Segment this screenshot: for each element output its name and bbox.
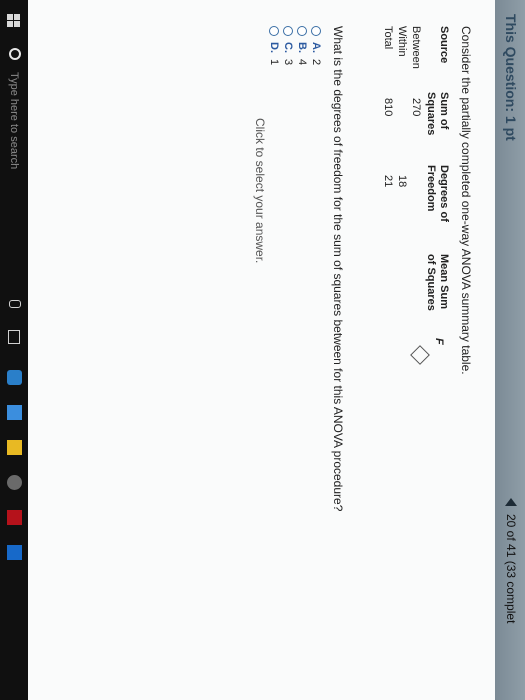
row-between-source: Between (410, 26, 422, 69)
header-degrees-of-freedom: Degrees of Freedom (424, 165, 450, 222)
option-letter: A. (310, 42, 322, 53)
header-ms-line1: Mean Sum (438, 254, 450, 310)
radio-button-icon[interactable] (269, 26, 279, 36)
screen: This Question: 1 pt 20 of 41 (33 complet… (0, 0, 525, 700)
row-total-ss: 810 (382, 98, 394, 117)
netflix-icon[interactable] (7, 510, 22, 525)
question-title: This Question: 1 pt (503, 14, 519, 141)
option-letter: B. (296, 42, 308, 53)
row-between-ss: 270 (410, 98, 422, 117)
question-header: This Question: 1 pt 20 of 41 (33 complet (495, 0, 525, 700)
header-sum-of-squares: Sum of Squares (424, 92, 450, 135)
taskbar: Type here to search (0, 0, 28, 700)
cortana-icon[interactable] (9, 48, 21, 60)
header-df-line1: Degrees of (438, 165, 450, 222)
option-value: 4 (296, 59, 308, 66)
row-within-df: 18 (396, 175, 408, 188)
option-value: 2 (310, 59, 322, 66)
store-icon[interactable] (7, 405, 22, 420)
header-source: Source (438, 26, 450, 64)
header-ss-line2: Squares (425, 92, 437, 136)
option-value: 3 (282, 59, 294, 66)
row-total-source: Total (382, 26, 394, 50)
option-a[interactable]: A. 2 (309, 26, 323, 65)
taskbar-search-input[interactable]: Type here to search (8, 72, 20, 169)
file-explorer-icon[interactable] (7, 440, 22, 455)
option-value: 1 (268, 59, 280, 66)
option-letter: C. (282, 42, 294, 53)
option-d[interactable]: D. 1 (267, 26, 281, 65)
option-c[interactable]: C. 3 (281, 26, 295, 65)
radio-button-icon[interactable] (297, 26, 307, 36)
question-text: What is the degrees of freedom for the s… (331, 26, 345, 512)
header-ss-line1: Sum of (438, 92, 450, 130)
question-content: Consider the partially completed one-way… (28, 0, 495, 700)
option-letter: D. (268, 42, 280, 53)
radio-button-icon[interactable] (311, 26, 321, 36)
task-view-icon[interactable] (8, 330, 20, 344)
question-progress: 20 of 41 (33 complet (504, 514, 518, 624)
row-total-df: 21 (382, 175, 394, 188)
radio-button-icon[interactable] (283, 26, 293, 36)
edge-browser-icon[interactable] (7, 370, 22, 385)
header-df-line2: Freedom (425, 165, 437, 212)
steam-icon[interactable] (7, 475, 22, 490)
row-within-source: Within (396, 26, 408, 57)
previous-question-arrow-icon[interactable] (505, 498, 517, 506)
windows-start-icon[interactable] (7, 14, 20, 27)
mail-icon[interactable] (7, 545, 22, 560)
header-ms-line2: of Squares (425, 254, 437, 311)
question-prompt: Consider the partially completed one-way… (459, 26, 473, 375)
option-b[interactable]: B. 4 (295, 26, 309, 65)
header-f: F (433, 338, 445, 345)
header-mean-sum-of-squares: Mean Sum of Squares (424, 254, 450, 311)
info-icon[interactable] (410, 345, 430, 365)
selection-hint: Click to select your answer. (253, 118, 267, 264)
microphone-icon[interactable] (9, 300, 21, 308)
